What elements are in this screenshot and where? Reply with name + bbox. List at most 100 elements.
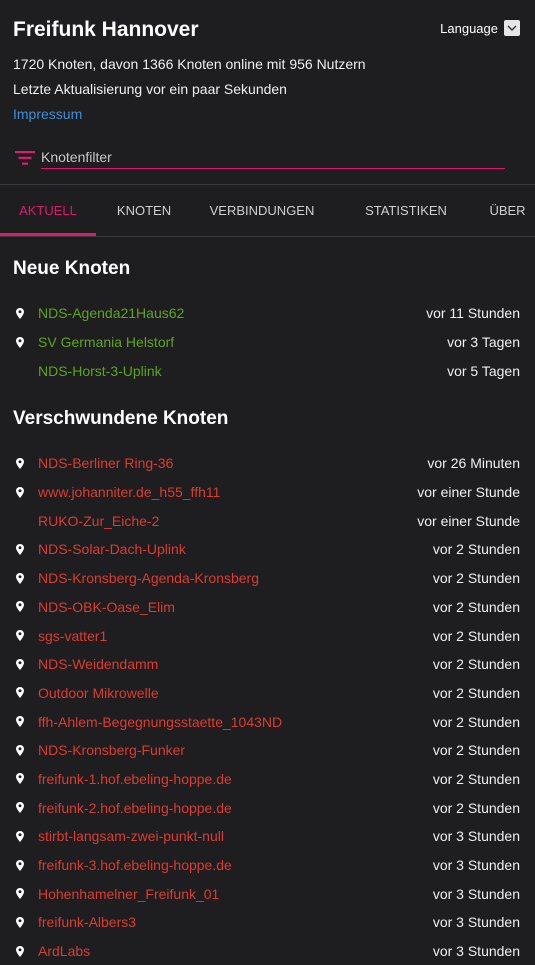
node-row: RUKO-Zur_Eiche-2 vor einer Stunde [13, 506, 522, 535]
node-link[interactable]: NDS-OBK-Oase_Elim [38, 599, 433, 615]
node-time: vor einer Stunde [417, 512, 520, 529]
node-time: vor einer Stunde [417, 484, 520, 501]
node-row: sgs-vatter1 vor 2 Stunden [13, 621, 522, 650]
node-time: vor 2 Stunden [432, 656, 520, 673]
node-time: vor 2 Stunden [432, 799, 520, 816]
node-stats: 1720 Knoten, davon 1366 Knoten online mi… [13, 56, 366, 72]
node-filter [15, 146, 505, 170]
tab-verbindungen[interactable]: VERBINDUNGEN [192, 185, 332, 236]
node-time: vor 2 Stunden [432, 713, 520, 730]
map-pin-icon [13, 916, 38, 928]
new-nodes-section: Neue Knoten NDS-Agenda21Haus62 vor 11 Stu… [0, 257, 535, 385]
node-link[interactable]: Outdoor Mikrowelle [38, 685, 433, 701]
node-link[interactable]: freifunk-2.hof.ebeling-hoppe.de [38, 800, 433, 816]
node-time: vor 2 Stunden [432, 598, 520, 615]
node-link[interactable]: NDS-Weidendamm [38, 656, 433, 672]
map-pin-icon [13, 830, 38, 842]
node-link[interactable]: ffh-Ahlem-Begegnungsstaette_1043ND [38, 714, 433, 730]
gone-nodes-list: NDS-Berliner Ring-36 vor 26 Minuten www.jo… [13, 449, 522, 965]
node-link[interactable]: RUKO-Zur_Eiche-2 [38, 513, 417, 529]
tab-über[interactable]: ÜBER [480, 185, 535, 236]
node-link[interactable]: www.johanniter.de_h55_ffh11 [38, 484, 417, 500]
node-row: stirbt-langsam-zwei-punkt-null vor 3 Stun… [13, 822, 522, 851]
node-time: vor 11 Stunden [426, 305, 520, 322]
imprint-link[interactable]: Impressum [13, 106, 82, 123]
node-time: vor 3 Stunden [432, 914, 520, 931]
node-link[interactable]: stirbt-langsam-zwei-punkt-null [38, 828, 433, 844]
map-pin-icon [13, 859, 38, 871]
node-row: ffh-Ahlem-Begegnungsstaette_1043ND vor 2 … [13, 707, 522, 736]
map-pin-icon [13, 486, 38, 498]
tab-knoten[interactable]: KNOTEN [96, 185, 192, 236]
map-pin-icon [13, 744, 38, 756]
node-row: NDS-Kronsberg-Agenda-Kronsberg vor 2 Stun… [13, 564, 522, 593]
node-link[interactable]: ArdLabs [38, 943, 433, 959]
map-pin-icon [13, 336, 38, 348]
node-row: SV Germania Helstorf vor 3 Tagen [13, 328, 522, 357]
node-row: www.johanniter.de_h55_ffh11 vor einer Stu… [13, 478, 522, 507]
node-row: Hohenhamelner_Freifunk_01 vor 3 Stunden [13, 879, 522, 908]
map-pin-icon [13, 888, 38, 900]
node-link[interactable]: freifunk-1.hof.ebeling-hoppe.de [38, 771, 433, 787]
language-select[interactable]: Language [440, 20, 520, 36]
node-link[interactable]: NDS-Kronsberg-Funker [38, 742, 433, 758]
node-time: vor 3 Stunden [432, 943, 520, 960]
node-row: NDS-Agenda21Haus62 vor 11 Stunden [13, 299, 522, 328]
map-pin-icon [13, 457, 38, 469]
new-nodes-list: NDS-Agenda21Haus62 vor 11 Stunden SV Germa… [13, 299, 522, 385]
node-link[interactable]: SV Germania Helstorf [38, 334, 447, 350]
node-row: ArdLabs vor 3 Stunden [13, 937, 522, 965]
node-link[interactable]: NDS-Kronsberg-Agenda-Kronsberg [38, 570, 433, 586]
language-label: Language [440, 20, 498, 36]
filter-icon[interactable] [15, 151, 35, 165]
map-pin-icon [13, 945, 38, 957]
node-row: NDS-Berliner Ring-36 vor 26 Minuten [13, 449, 522, 478]
node-row: freifunk-2.hof.ebeling-hoppe.de vor 2 Stu… [13, 793, 522, 822]
map-pin-icon [13, 716, 38, 728]
node-time: vor 2 Stunden [432, 742, 520, 759]
node-filter-input[interactable] [41, 147, 505, 169]
node-row: freifunk-1.hof.ebeling-hoppe.de vor 2 Stu… [13, 765, 522, 794]
map-pin-icon [13, 307, 38, 319]
node-row: NDS-Solar-Dach-Uplink vor 2 Stunden [13, 535, 522, 564]
node-link[interactable]: Hohenhamelner_Freifunk_01 [38, 886, 433, 902]
node-link[interactable]: NDS-Berliner Ring-36 [38, 455, 427, 471]
map-pin-icon [13, 601, 38, 613]
gone-nodes-section: Verschwundene Knoten NDS-Berliner Ring-3… [0, 407, 535, 965]
node-link[interactable]: NDS-Horst-3-Uplink [38, 363, 447, 379]
gone-nodes-title: Verschwundene Knoten [13, 408, 229, 430]
node-link[interactable]: freifunk-Albers3 [38, 914, 433, 930]
node-time: vor 26 Minuten [427, 455, 520, 472]
map-pin-icon [13, 687, 38, 699]
chevron-down-icon[interactable] [504, 20, 520, 36]
node-row: NDS-OBK-Oase_Elim vor 2 Stunden [13, 593, 522, 622]
node-row: NDS-Weidendamm vor 2 Stunden [13, 650, 522, 679]
node-time: vor 2 Stunden [432, 570, 520, 587]
node-row: Outdoor Mikrowelle vor 2 Stunden [13, 679, 522, 708]
header: Freifunk Hannover Language 1720 Knoten, … [0, 0, 535, 124]
node-time: vor 2 Stunden [432, 684, 520, 701]
new-nodes-title: Neue Knoten [13, 258, 131, 279]
node-link[interactable]: freifunk-3.hof.ebeling-hoppe.de [38, 857, 433, 873]
node-row: freifunk-3.hof.ebeling-hoppe.de vor 3 Stu… [13, 851, 522, 880]
node-time: vor 5 Tagen [447, 362, 520, 379]
node-time: vor 2 Stunden [432, 770, 520, 787]
node-time: vor 3 Tagen [447, 334, 520, 351]
map-pin-icon [13, 658, 38, 670]
map-pin-icon [13, 572, 38, 584]
tab-aktuell[interactable]: AKTUELL [0, 185, 96, 236]
node-link[interactable]: NDS-Agenda21Haus62 [38, 305, 426, 321]
node-time: vor 2 Stunden [432, 541, 520, 558]
map-pin-icon [13, 802, 38, 814]
tab-bar: AKTUELL KNOTEN VERBINDUNGEN STATISTIKEN ÜBER [0, 184, 535, 237]
node-link[interactable]: sgs-vatter1 [38, 628, 433, 644]
tab-statistiken[interactable]: STATISTIKEN [332, 185, 480, 236]
node-time: vor 3 Stunden [432, 828, 520, 845]
node-time: vor 3 Stunden [432, 857, 520, 874]
map-pin-icon [13, 543, 38, 555]
node-row: NDS-Kronsberg-Funker vor 2 Stunden [13, 736, 522, 765]
node-time: vor 3 Stunden [432, 885, 520, 902]
node-row: NDS-Horst-3-Uplink vor 5 Tagen [13, 356, 522, 385]
map-pin-icon [13, 630, 38, 642]
node-link[interactable]: NDS-Solar-Dach-Uplink [38, 541, 433, 557]
